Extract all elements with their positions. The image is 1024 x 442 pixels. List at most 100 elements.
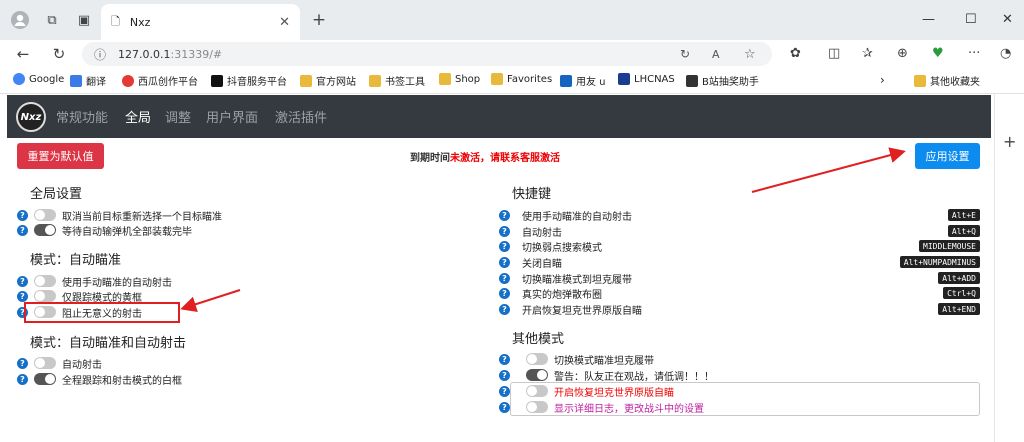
- toggle-switch[interactable]: [526, 353, 548, 365]
- bookmark-official[interactable]: 官方网站: [300, 73, 356, 88]
- nav-ui[interactable]: 用户界面: [206, 107, 258, 126]
- browser-titlebar: ⧉ ▣ 🗋 Nxz ✕ + — ☐ ✕: [0, 0, 1024, 40]
- reset-defaults-button[interactable]: 重置为默认值: [17, 143, 104, 169]
- bookmark-label: 其他收藏夹: [930, 77, 980, 88]
- help-icon[interactable]: ?: [499, 401, 510, 413]
- nav-plugins[interactable]: 激活插件: [275, 107, 327, 126]
- maximize-icon[interactable]: ☐: [965, 12, 977, 27]
- bookmark-yonyou[interactable]: 用友 u: [560, 73, 606, 88]
- help-icon[interactable]: ?: [499, 225, 510, 237]
- setting-label: 等待自动输弹机全部装载完毕: [62, 226, 192, 238]
- toggle-switch[interactable]: [526, 385, 548, 397]
- info-icon[interactable]: ⓘ: [94, 46, 106, 63]
- help-icon[interactable]: ?: [499, 240, 510, 252]
- toggle-switch[interactable]: [34, 209, 56, 221]
- page-icon: 🗋: [111, 14, 120, 28]
- help-icon[interactable]: ?: [499, 303, 510, 315]
- nav-global[interactable]: 全局: [125, 107, 151, 126]
- hotkey-key[interactable]: Alt+NUMPADMINUS: [899, 256, 980, 268]
- nav-adjust[interactable]: 调整: [165, 107, 191, 126]
- bookmark-tools[interactable]: 书签工具: [369, 73, 425, 88]
- app-logo: Nxz: [16, 102, 46, 132]
- url-bar[interactable]: ⓘ 127.0.0.1:31339/# ↻ A ☆: [82, 42, 772, 66]
- bookmark-label: 用友 u: [576, 77, 606, 88]
- minimize-icon[interactable]: —: [922, 12, 935, 27]
- help-icon[interactable]: ?: [17, 290, 28, 302]
- toggle-switch[interactable]: [34, 224, 56, 236]
- help-icon[interactable]: ?: [499, 353, 510, 365]
- highlight-box: [24, 302, 180, 323]
- bookmark-label: 官方网站: [316, 77, 356, 88]
- setting-label: 开启恢复坦克世界原版自瞄: [554, 387, 674, 399]
- reload-icon[interactable]: ↻: [48, 44, 70, 64]
- hotkey-row: ? 开启恢复坦克世界原版自瞄: [499, 302, 642, 317]
- bookmark-bilibili[interactable]: B站抽奖助手: [686, 73, 759, 88]
- more-icon[interactable]: ···: [968, 46, 980, 61]
- arrow-to-apply: [751, 147, 906, 193]
- translate-icon[interactable]: ↻: [680, 47, 690, 61]
- help-icon[interactable]: ?: [17, 275, 28, 287]
- toggle-switch[interactable]: [526, 401, 548, 413]
- help-icon[interactable]: ?: [499, 272, 510, 284]
- hotkey-key[interactable]: Alt+Q: [947, 225, 980, 237]
- collections-icon[interactable]: ⊕: [897, 46, 908, 61]
- hotkey-key[interactable]: Alt+END: [938, 303, 980, 315]
- nav-general[interactable]: 常规功能: [56, 107, 108, 126]
- help-icon[interactable]: ?: [17, 224, 28, 236]
- help-icon[interactable]: ?: [499, 385, 510, 397]
- toggle-switch[interactable]: [34, 373, 56, 385]
- toggle-switch[interactable]: [34, 275, 56, 287]
- hotkey-key[interactable]: Alt+ADD: [938, 272, 980, 284]
- profile-icon[interactable]: [10, 10, 30, 30]
- bookmark-favorites[interactable]: Favorites: [491, 73, 552, 85]
- browser-essentials-icon[interactable]: ♥: [932, 46, 944, 61]
- bookmark-label: 西瓜创作平台: [138, 77, 198, 88]
- toggle-switch[interactable]: [34, 290, 56, 302]
- help-icon[interactable]: ?: [499, 287, 510, 299]
- add-sidebar-icon[interactable]: +: [1003, 132, 1016, 151]
- help-icon[interactable]: ?: [499, 209, 510, 221]
- close-tab-icon[interactable]: ✕: [279, 15, 290, 30]
- help-icon[interactable]: ?: [499, 369, 510, 381]
- hotkey-key[interactable]: Alt+E: [947, 209, 980, 221]
- setting-row: ? 取消当前目标重新选择一个目标瞄准: [17, 208, 222, 223]
- bookmark-lhcnas[interactable]: LHCNAS: [618, 73, 675, 85]
- hotkey-key[interactable]: Ctrl+Q: [943, 287, 980, 299]
- bookmark-douyin[interactable]: 抖音服务平台: [211, 73, 287, 88]
- hotkey-row: ? 自动射击: [499, 224, 562, 239]
- back-icon[interactable]: ←: [12, 44, 34, 64]
- bookmark-label: B站抽奖助手: [702, 77, 759, 88]
- favorite-icon[interactable]: ☆: [744, 47, 756, 62]
- help-icon[interactable]: ?: [17, 373, 28, 385]
- hotkey-row: ? 切换弱点搜索模式: [499, 239, 602, 254]
- help-icon[interactable]: ?: [17, 209, 28, 221]
- favorites-icon[interactable]: ✰: [862, 46, 873, 61]
- extensions-icon[interactable]: ✿: [790, 46, 801, 61]
- copilot-icon[interactable]: ◔: [1000, 46, 1011, 61]
- bookmark-translate[interactable]: 翻译: [70, 73, 106, 88]
- tab-actions-icon[interactable]: ▣: [74, 10, 94, 30]
- chevron-right-icon[interactable]: ›: [880, 73, 885, 87]
- setting-label: 自动射击: [62, 359, 102, 371]
- split-screen-icon[interactable]: ◫: [828, 46, 840, 61]
- bookmark-label: 抖音服务平台: [227, 77, 287, 88]
- expiry-label: 到期时间: [410, 153, 450, 164]
- workspaces-icon[interactable]: ⧉: [42, 10, 62, 30]
- hotkey-key[interactable]: MIDDLEMOUSE: [919, 240, 980, 252]
- browser-tab[interactable]: 🗋 Nxz ✕: [101, 4, 300, 40]
- setting-row: ? 显示详细日志，更改战斗中的设置: [499, 400, 704, 415]
- apply-settings-button[interactable]: 应用设置: [915, 143, 980, 169]
- toggle-switch[interactable]: [526, 369, 548, 381]
- bookmark-google[interactable]: Google: [13, 73, 64, 85]
- help-icon[interactable]: ?: [17, 357, 28, 369]
- bookmark-shop[interactable]: Shop: [439, 73, 480, 85]
- bookmark-other[interactable]: 其他收藏夹: [914, 73, 980, 88]
- hotkey-row: ? 使用手动瞄准的自动射击: [499, 208, 980, 223]
- bookmark-xigua[interactable]: 西瓜创作平台: [122, 73, 198, 88]
- setting-row: ? 仅跟踪模式的黄框: [17, 289, 142, 304]
- close-window-icon[interactable]: ✕: [1002, 12, 1013, 27]
- read-aloud-icon[interactable]: A: [712, 48, 720, 61]
- toggle-switch[interactable]: [34, 357, 56, 369]
- new-tab-icon[interactable]: +: [309, 10, 329, 30]
- help-icon[interactable]: ?: [499, 256, 510, 268]
